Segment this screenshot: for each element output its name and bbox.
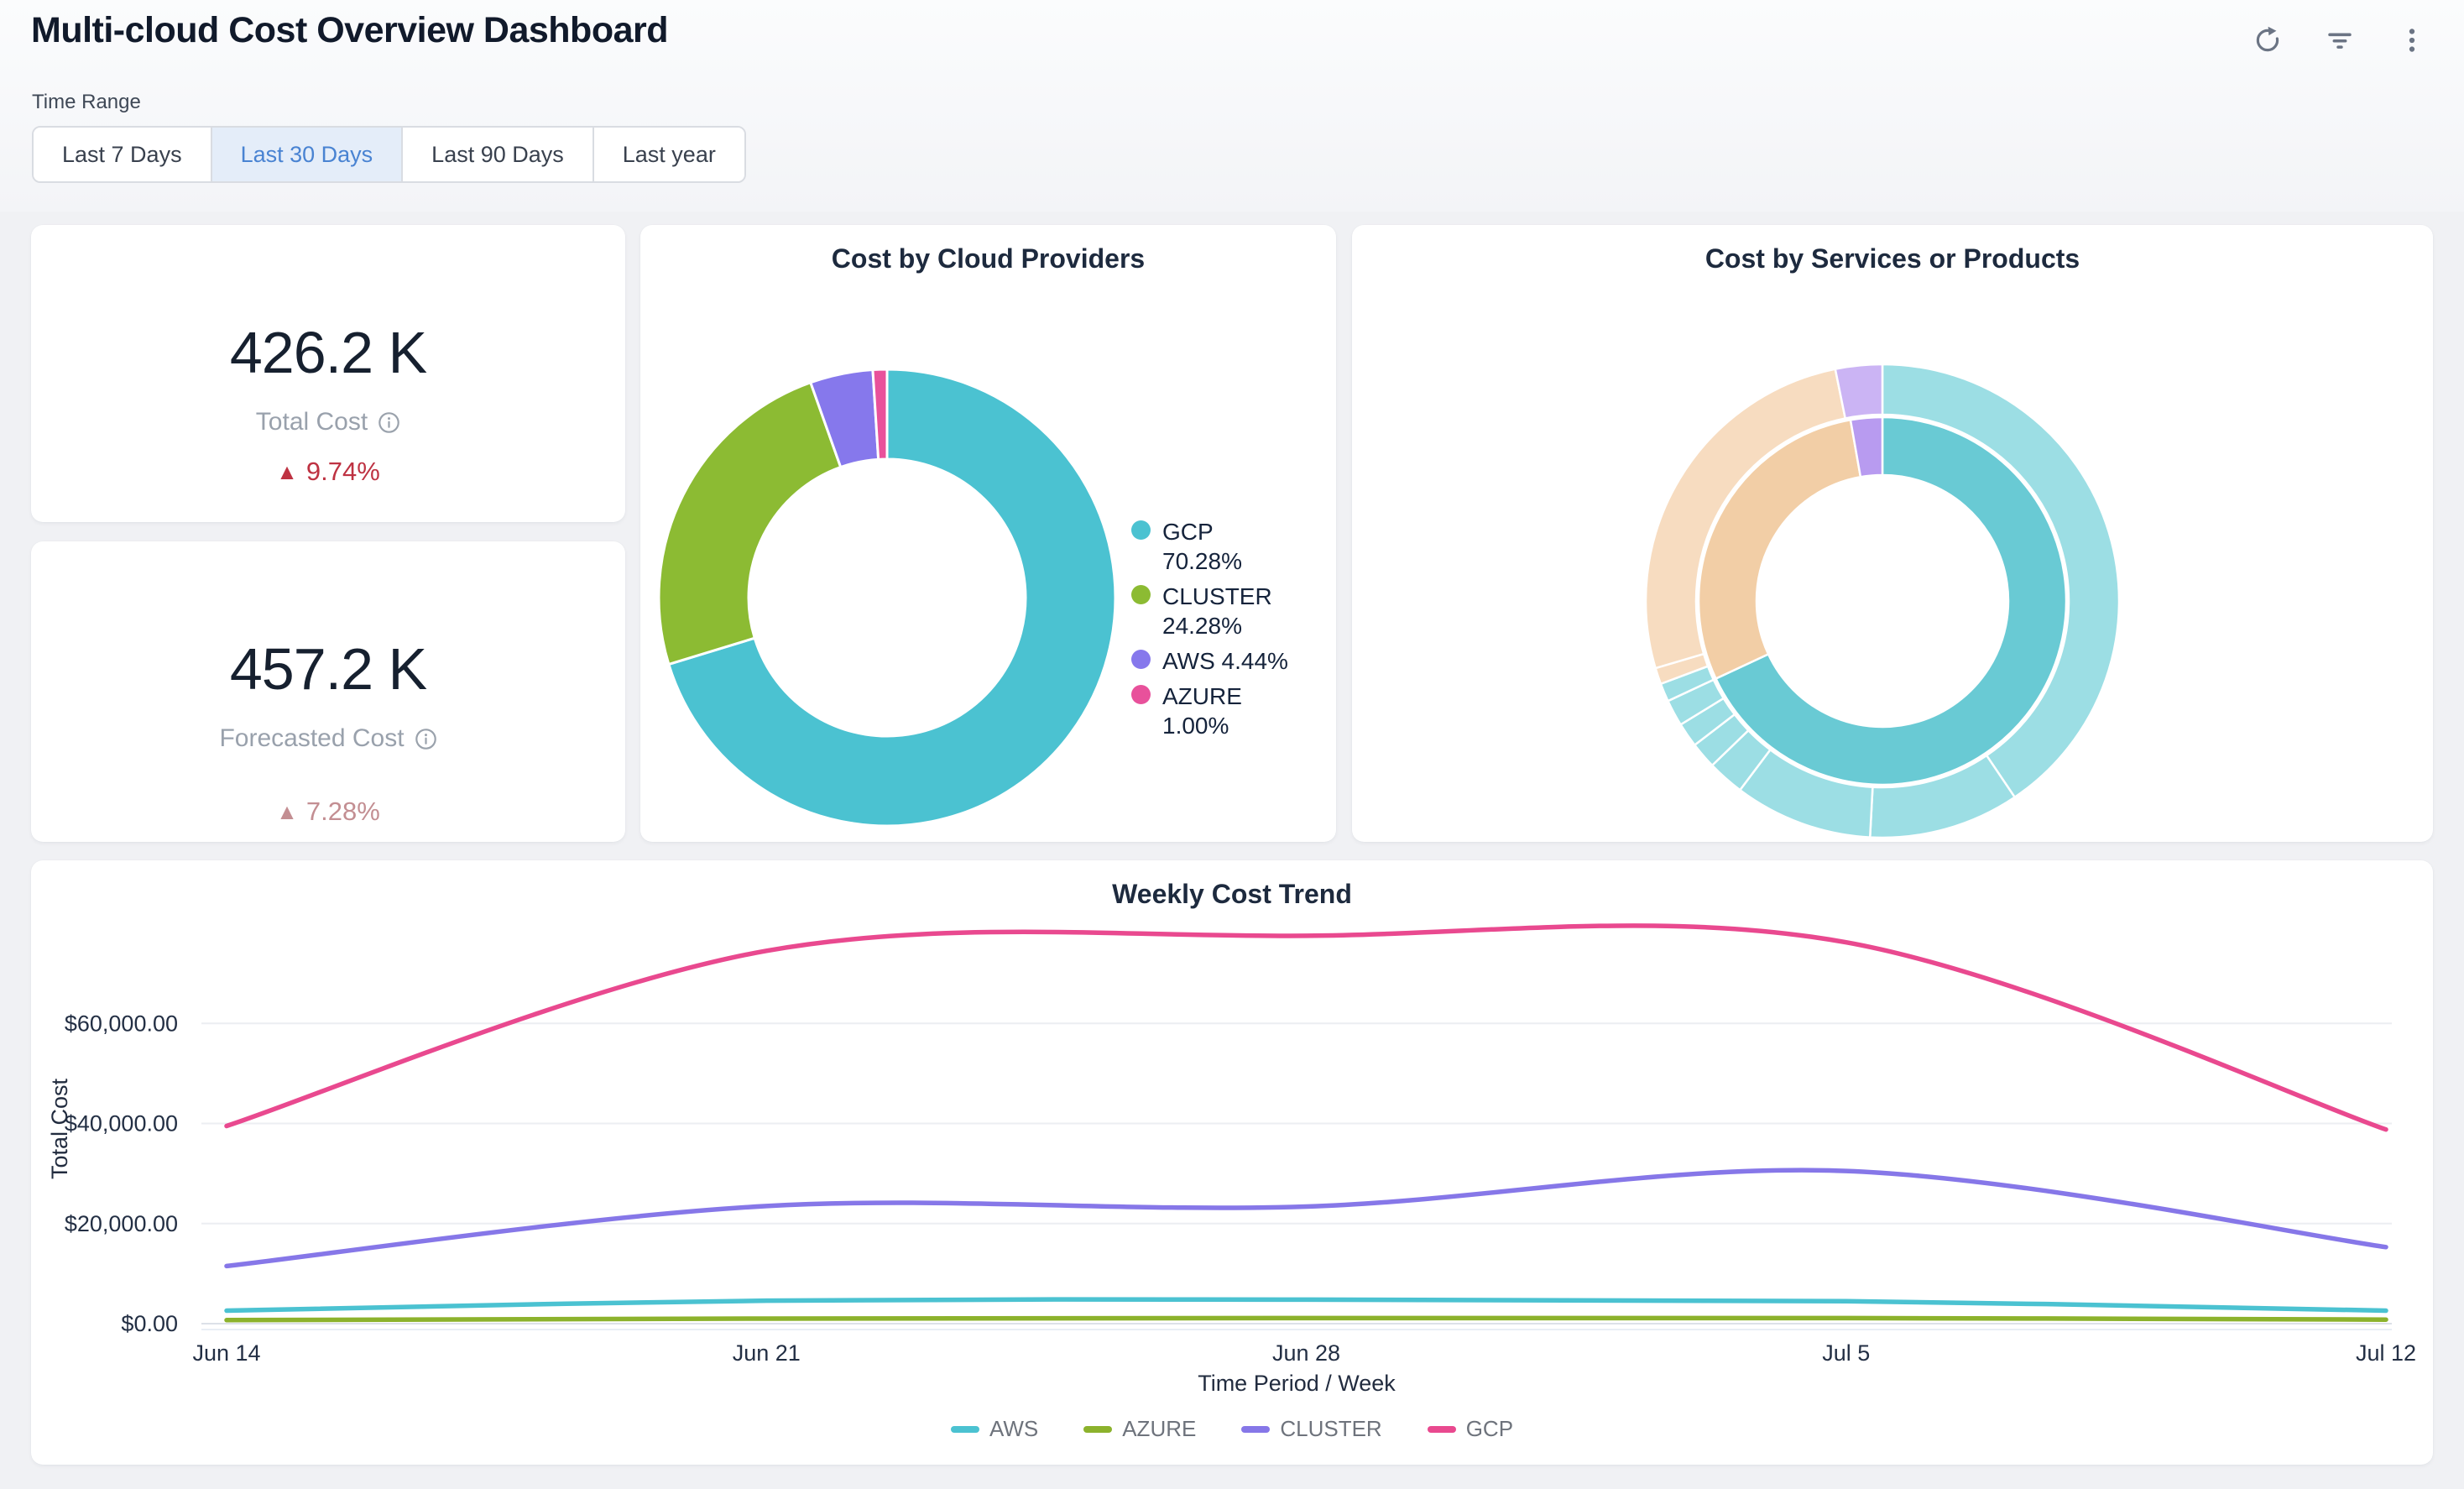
legend-item-cluster[interactable]: CLUSTER 24.28% <box>1131 582 1291 640</box>
legend-label: GCP 70.28% <box>1162 517 1291 576</box>
legend-label: AWS <box>989 1416 1038 1442</box>
x-tick-label: Jun 14 <box>192 1340 260 1366</box>
y-tick-label: $20,000.00 <box>65 1211 178 1236</box>
info-icon[interactable] <box>415 728 437 750</box>
x-tick-label: Jun 21 <box>733 1340 801 1366</box>
y-tick-label: $40,000.00 <box>65 1111 178 1136</box>
legend-swatch <box>1241 1426 1270 1433</box>
legend-label: CLUSTER <box>1280 1416 1381 1442</box>
info-icon[interactable] <box>378 411 400 434</box>
forecasted-cost-card: 457.2 K Forecasted Cost ▲ 7.28% <box>31 541 625 842</box>
legend-swatch <box>1428 1426 1456 1433</box>
trend-line-azure[interactable] <box>227 1318 2386 1320</box>
dashboard-page: Multi-cloud Cost Overview Dashboard Time… <box>0 0 2464 1489</box>
delta-value: 7.28% <box>306 797 380 827</box>
time-range-last-90-days[interactable]: Last 90 Days <box>401 128 593 181</box>
legend-swatch <box>951 1426 979 1433</box>
trend-legend-item-gcp[interactable]: GCP <box>1428 1416 1513 1442</box>
legend-dot <box>1131 585 1151 604</box>
legend-dot <box>1131 685 1151 704</box>
kpi-label-text: Total Cost <box>256 408 368 436</box>
legend-label: AZURE <box>1122 1416 1196 1442</box>
legend-label: AWS 4.44% <box>1162 646 1288 676</box>
y-tick-label: $60,000.00 <box>65 1011 178 1036</box>
weekly-cost-trend-card: Weekly Cost Trend $0.00$20,000.00$40,000… <box>31 860 2433 1465</box>
legend-label: GCP <box>1466 1416 1513 1442</box>
trend-legend-item-aws[interactable]: AWS <box>951 1416 1038 1442</box>
filter-icon <box>2324 24 2356 56</box>
total-cost-label: Total Cost <box>256 408 400 436</box>
cost-by-providers-card: Cost by Cloud Providers GCP 70.28%CLUSTE… <box>640 225 1336 842</box>
time-range-label: Time Range <box>32 91 141 114</box>
filter-button[interactable] <box>2321 22 2358 59</box>
legend-item-aws[interactable]: AWS 4.44% <box>1131 646 1291 676</box>
kpi-label-text: Forecasted Cost <box>219 724 404 753</box>
x-axis-title: Time Period / Week <box>1198 1371 1396 1396</box>
trend-legend: AWS AZURE CLUSTER GCP <box>31 1416 2433 1442</box>
header-actions <box>2249 22 2430 59</box>
trend-line-cluster[interactable] <box>227 1170 2386 1266</box>
trend-line-chart: $0.00 $20,000.00 $40,000.00 $60,000.00 Jun 1… <box>31 860 2433 1465</box>
donut-slice-cluster[interactable] <box>659 383 841 665</box>
time-range-last-year[interactable]: Last year <box>593 128 744 181</box>
x-tick-label: Jul 5 <box>1822 1340 1870 1366</box>
x-tick-label: Jul 12 <box>2356 1340 2416 1366</box>
page-title: Multi-cloud Cost Overview Dashboard <box>31 10 668 51</box>
legend-dot <box>1131 520 1151 540</box>
services-sunburst-chart <box>1352 225 2433 842</box>
total-cost-delta: ▲ 9.74% <box>276 457 380 487</box>
legend-item-azure[interactable]: AZURE 1.00% <box>1131 682 1291 740</box>
kebab-menu-icon <box>2396 24 2428 56</box>
delta-up-icon: ▲ <box>276 799 298 825</box>
forecasted-cost-label: Forecasted Cost <box>219 724 436 753</box>
trend-line-gcp[interactable] <box>227 926 2386 1130</box>
trend-line-aws[interactable] <box>227 1299 2386 1310</box>
forecasted-cost-value: 457.2 K <box>230 635 426 703</box>
legend-swatch <box>1083 1426 1112 1433</box>
y-axis-title: Total Cost <box>47 1078 72 1179</box>
trend-legend-item-azure[interactable]: AZURE <box>1083 1416 1196 1442</box>
providers-legend: GCP 70.28% CLUSTER 24.28% AWS 4.44% AZURE 1… <box>1131 517 1291 746</box>
trend-legend-item-cluster[interactable]: CLUSTER <box>1241 1416 1381 1442</box>
cost-by-services-card: Cost by Services or Products <box>1352 225 2433 842</box>
refresh-button[interactable] <box>2249 22 2286 59</box>
refresh-icon <box>2252 24 2284 56</box>
y-tick-label: $0.00 <box>121 1311 178 1336</box>
total-cost-card: 426.2 K Total Cost ▲ 9.74% <box>31 225 625 522</box>
time-range-group: Last 7 DaysLast 30 DaysLast 90 DaysLast … <box>32 126 746 183</box>
delta-value: 9.74% <box>306 457 380 487</box>
legend-item-gcp[interactable]: GCP 70.28% <box>1131 517 1291 576</box>
legend-label: AZURE 1.00% <box>1162 682 1291 740</box>
delta-up-icon: ▲ <box>276 459 298 485</box>
time-range-last-30-days[interactable]: Last 30 Days <box>211 128 402 181</box>
more-button[interactable] <box>2394 22 2430 59</box>
legend-label: CLUSTER 24.28% <box>1162 582 1291 640</box>
x-tick-label: Jun 28 <box>1272 1340 1340 1366</box>
time-range-last-7-days[interactable]: Last 7 Days <box>34 128 211 181</box>
forecasted-cost-delta: ▲ 7.28% <box>276 797 380 827</box>
legend-dot <box>1131 650 1151 669</box>
total-cost-value: 426.2 K <box>230 319 426 386</box>
